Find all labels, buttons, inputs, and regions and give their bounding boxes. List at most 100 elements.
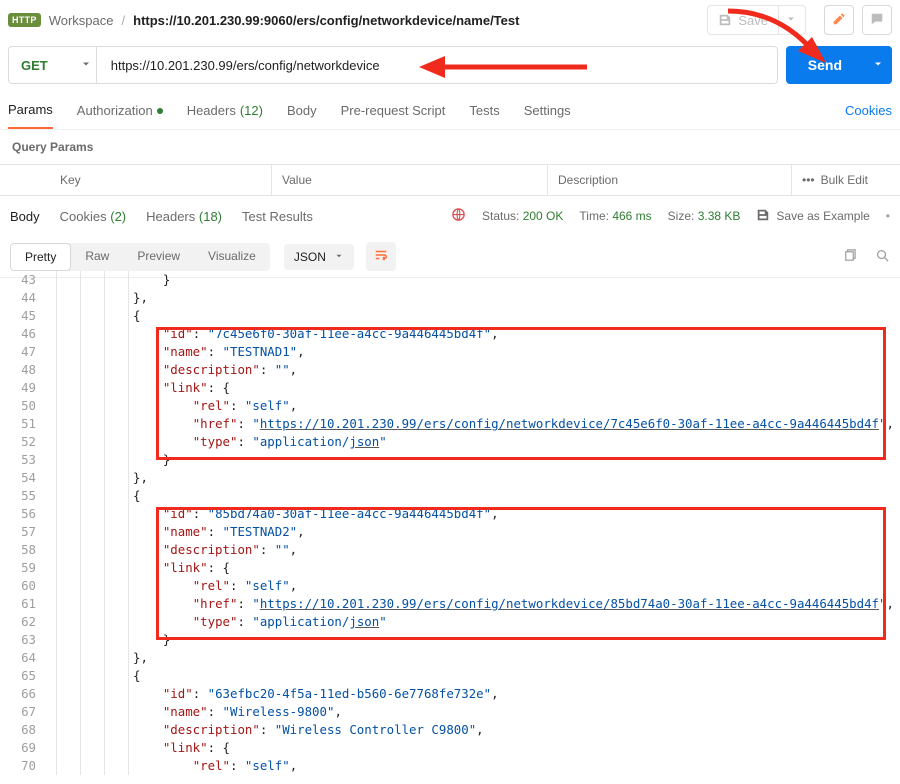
code-content: "id": "85bd74a0-30af-11ee-a4cc-9a446445b… — [129, 505, 900, 523]
response-status: Status: 200 OK Time: 466 ms Size: 3.38 K… — [451, 207, 890, 225]
tab-authorization-label: Authorization — [77, 103, 153, 118]
save-label: Save — [738, 13, 768, 28]
http-badge: HTTP — [8, 13, 41, 27]
edit-icon-button[interactable] — [824, 5, 854, 35]
line-number: 48 — [0, 361, 44, 379]
code-content: "id": "7c45e6f0-30af-11ee-a4cc-9a446445b… — [129, 325, 900, 343]
tab-params[interactable]: Params — [8, 92, 53, 129]
tab-prerequest[interactable]: Pre-request Script — [341, 92, 446, 129]
comment-icon-button[interactable] — [862, 5, 892, 35]
send-button[interactable]: Send — [786, 46, 864, 84]
code-line: 50 "rel": "self", — [0, 397, 900, 415]
save-button[interactable]: Save — [707, 5, 778, 35]
tab-body[interactable]: Body — [287, 92, 317, 129]
comment-icon — [870, 12, 884, 29]
view-visualize[interactable]: Visualize — [194, 243, 270, 271]
save-dropdown[interactable] — [778, 5, 806, 35]
tab-settings[interactable]: Settings — [524, 92, 571, 129]
tab-authorization[interactable]: Authorization — [77, 92, 163, 129]
copy-icon[interactable] — [842, 248, 857, 266]
resp-tab-cookies[interactable]: Cookies (2) — [60, 209, 126, 224]
more-icon[interactable]: • — [886, 209, 890, 223]
query-params-table-header: Key Value Description ••• Bulk Edit — [0, 164, 900, 196]
code-content: "description": "", — [129, 361, 900, 379]
line-number: 52 — [0, 433, 44, 451]
tab-headers-label: Headers — [187, 103, 236, 118]
auth-dot-icon — [157, 108, 163, 114]
cookies-link[interactable]: Cookies — [845, 103, 892, 118]
code-line: 44}, — [0, 289, 900, 307]
code-line: 45 { — [0, 307, 900, 325]
time-block[interactable]: Time: 466 ms — [579, 209, 651, 223]
status-label: Status: — [482, 209, 519, 223]
wrap-icon — [374, 248, 388, 265]
time-label: Time: — [579, 209, 609, 223]
request-url-row: GET https://10.201.230.99/ers/config/net… — [0, 40, 900, 92]
format-select[interactable]: JSON — [284, 244, 354, 270]
line-number: 70 — [0, 757, 44, 775]
request-title: https://10.201.230.99:9060/ers/config/ne… — [133, 13, 519, 28]
resp-tab-body[interactable]: Body — [10, 209, 40, 224]
line-number: 45 — [0, 307, 44, 325]
line-number: 54 — [0, 469, 44, 487]
resp-tab-cookies-label: Cookies — [60, 209, 107, 224]
view-raw[interactable]: Raw — [71, 243, 123, 271]
line-number: 44 — [0, 289, 44, 307]
resp-tab-headers[interactable]: Headers (18) — [146, 209, 222, 224]
code-line: 54}, — [0, 469, 900, 487]
code-content: "href": "https://10.201.230.99/ers/confi… — [129, 415, 900, 433]
format-value: JSON — [294, 250, 326, 264]
search-icon[interactable] — [875, 248, 890, 266]
url-input[interactable]: https://10.201.230.99/ers/config/network… — [96, 46, 778, 84]
code-line: 69 "link": { — [0, 739, 900, 757]
resp-tab-headers-label: Headers — [146, 209, 195, 224]
code-line: 52 "type": "application/json" — [0, 433, 900, 451]
line-number: 60 — [0, 577, 44, 595]
method-url-wrap: GET https://10.201.230.99/ers/config/net… — [8, 46, 778, 84]
line-number: 59 — [0, 559, 44, 577]
code-line: 43 } — [0, 271, 900, 289]
workspace-crumb[interactable]: Workspace — [49, 13, 114, 28]
code-line: 62 "type": "application/json" — [0, 613, 900, 631]
code-content: "rel": "self", — [129, 577, 900, 595]
save-as-example[interactable]: Save as Example — [756, 208, 869, 225]
line-number: 46 — [0, 325, 44, 343]
query-params-heading: Query Params — [0, 130, 900, 164]
code-content: { — [129, 667, 900, 685]
code-line: 53 } — [0, 451, 900, 469]
wrap-lines-button[interactable] — [366, 242, 396, 271]
code-content: { — [129, 307, 900, 325]
col-key: Key — [0, 165, 272, 195]
code-content: "description": "Wireless Controller C980… — [129, 721, 900, 739]
floppy-icon — [718, 13, 732, 27]
response-code-area[interactable]: 43 }44},45 {46 "id": "7c45e6f0-30af-11ee-… — [0, 271, 900, 784]
code-content: "rel": "self", — [129, 757, 900, 775]
method-select[interactable]: GET — [8, 46, 104, 84]
tab-headers[interactable]: Headers (12) — [187, 92, 263, 129]
status-block[interactable]: Status: 200 OK — [482, 209, 563, 223]
send-dropdown[interactable] — [864, 46, 892, 84]
bulk-edit-link[interactable]: ••• Bulk Edit — [792, 165, 900, 195]
code-content: { — [129, 487, 900, 505]
size-block[interactable]: Size: 3.38 KB — [668, 209, 741, 223]
code-line: 60 "rel": "self", — [0, 577, 900, 595]
bulk-edit-label: Bulk Edit — [821, 173, 868, 187]
save-button-group: Save — [707, 5, 806, 35]
code-content: "id": "63efbc20-4f5a-11ed-b560-6e7768fe7… — [129, 685, 900, 703]
code-line: 51 "href": "https://10.201.230.99/ers/co… — [0, 415, 900, 433]
code-content: "type": "application/json" — [129, 613, 900, 631]
line-number: 66 — [0, 685, 44, 703]
view-preview[interactable]: Preview — [123, 243, 194, 271]
response-tabs: Body Cookies (2) Headers (18) Test Resul… — [0, 196, 900, 236]
line-number: 69 — [0, 739, 44, 757]
url-value: https://10.201.230.99/ers/config/network… — [111, 58, 380, 73]
code-content: } — [129, 271, 900, 289]
line-number: 67 — [0, 703, 44, 721]
tab-tests[interactable]: Tests — [469, 92, 499, 129]
view-pretty[interactable]: Pretty — [10, 243, 71, 271]
code-content: "link": { — [129, 739, 900, 757]
line-number: 51 — [0, 415, 44, 433]
code-line: 48 "description": "", — [0, 361, 900, 379]
code-content: "link": { — [129, 559, 900, 577]
resp-tab-test-results[interactable]: Test Results — [242, 209, 313, 224]
